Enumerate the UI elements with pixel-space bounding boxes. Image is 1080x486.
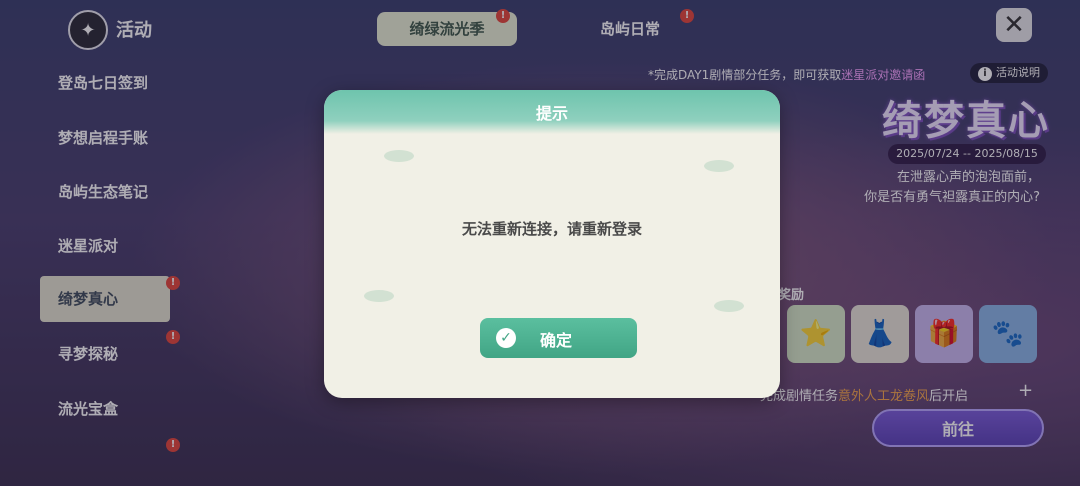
leaf-decoration-icon	[364, 290, 394, 302]
leaf-decoration-icon	[714, 300, 744, 312]
leaf-decoration-icon	[704, 160, 734, 172]
alert-dialog: 提示 无法重新连接，请重新登录 ✓ 确定	[324, 90, 780, 398]
confirm-button[interactable]: ✓ 确定	[480, 318, 637, 358]
check-icon: ✓	[496, 328, 516, 348]
confirm-label: 确定	[540, 331, 573, 350]
leaf-decoration-icon	[384, 150, 414, 162]
dialog-message: 无法重新连接，请重新登录	[461, 220, 642, 238]
dialog-title: 提示	[535, 104, 568, 123]
